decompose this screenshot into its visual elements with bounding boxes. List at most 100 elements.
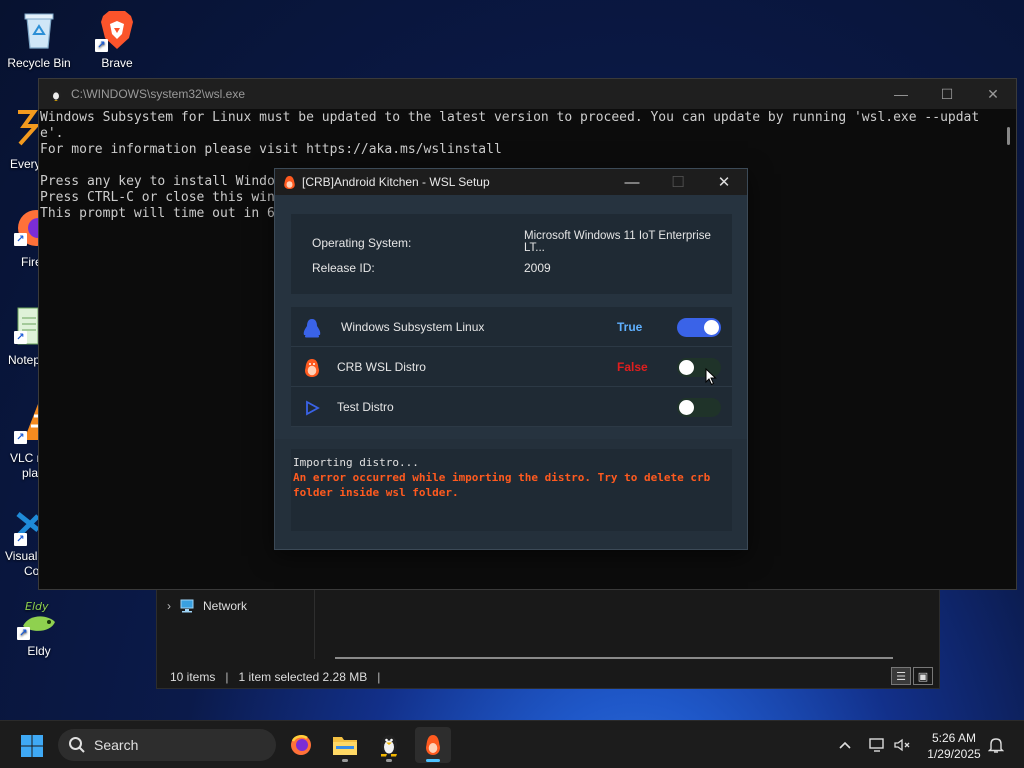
desktop-icon-recycle-bin[interactable]: Recycle Bin	[0, 8, 78, 70]
desktop-icon-notepad-partial[interactable]: ↗	[14, 304, 39, 348]
release-value: 2009	[524, 261, 551, 275]
recycle-bin-icon	[17, 8, 61, 52]
taskbar: Search 5:26 AM 1/29/2025	[0, 720, 1024, 768]
chevron-up-icon[interactable]	[835, 735, 855, 755]
active-indicator	[426, 759, 440, 762]
nav-item-label: Network	[203, 599, 248, 613]
mouse-cursor-icon	[705, 368, 717, 386]
network-tray-icon[interactable]	[867, 735, 887, 755]
nav-item-network[interactable]: › Network	[167, 599, 247, 613]
taskbar-file-explorer[interactable]	[327, 727, 363, 763]
row-label-crb-distro: CRB WSL Distro	[337, 359, 426, 374]
toggle-row-crb-distro: CRB WSL Distro False	[291, 347, 732, 387]
desktop-icon-brave[interactable]: ↗ Brave	[78, 8, 156, 70]
crb-penguin-icon	[305, 359, 319, 377]
log-line-error: An error occurred while importing the di…	[293, 471, 711, 499]
nav-pane-divider[interactable]	[314, 589, 315, 659]
recycle-bin-label: Recycle Bin	[7, 56, 71, 70]
selection-info: 1 item selected 2.28 MB	[238, 670, 368, 684]
toggle-knob	[679, 360, 694, 375]
desktop-icon-firefox-partial[interactable]: ↗	[14, 206, 54, 250]
taskbar-crb-kitchen[interactable]	[415, 727, 451, 763]
component-toggle-list: Windows Subsystem Linux True CRB WSL Dis…	[291, 307, 732, 427]
close-icon[interactable]: ✕	[701, 169, 747, 195]
shortcut-arrow-icon: ↗	[14, 331, 27, 344]
crb-penguin-icon	[284, 175, 295, 189]
taskbar-search-box[interactable]: Search	[58, 729, 276, 761]
shortcut-arrow-icon: ↗	[14, 533, 27, 546]
toggle-switch-test-distro[interactable]	[677, 398, 721, 417]
items-count: 10 items	[170, 670, 216, 684]
log-text: Importing distro... An error occurred wh…	[293, 455, 733, 500]
maximize-icon: ☐	[671, 174, 685, 191]
volume-muted-icon[interactable]	[892, 735, 912, 755]
tux-blue-icon	[303, 319, 321, 338]
status-separator: |	[377, 670, 381, 684]
shortcut-arrow-icon: ↗	[95, 39, 108, 52]
taskbar-wsl[interactable]	[371, 727, 407, 763]
windows-start-icon[interactable]	[20, 734, 44, 758]
tux-icon	[51, 89, 61, 101]
tiles-view-icon[interactable]: ▣	[913, 667, 933, 685]
desktop-icon-everything-partial[interactable]	[14, 108, 41, 148]
log-output-box: Importing distro... An error occurred wh…	[291, 449, 732, 531]
row-label-test-distro: Test Distro	[337, 399, 394, 414]
file-explorer-window[interactable]: › Network 10 items | 1 item selected 2.2…	[156, 588, 940, 689]
shortcut-arrow-icon: ↗	[14, 233, 27, 246]
toggle-knob	[704, 320, 719, 335]
eldy-icon: Eldy ↗	[17, 596, 61, 640]
desktop-icon-vlc-partial[interactable]: ↗	[14, 400, 38, 446]
toggle-knob	[679, 400, 694, 415]
running-indicator	[342, 759, 348, 762]
console-titlebar[interactable]: C:\WINDOWS\system32\wsl.exe — ☐ ✕	[39, 79, 1016, 109]
row-status-wsl: True	[617, 319, 643, 334]
system-info-panel: Operating System: Microsoft Windows 11 I…	[291, 214, 732, 294]
status-bar: 10 items | 1 item selected 2.28 MB |	[170, 670, 380, 684]
details-view-icon[interactable]: ☰	[891, 667, 911, 685]
console-title: C:\WINDOWS\system32\wsl.exe	[71, 87, 246, 101]
eldy-label: Eldy	[27, 644, 51, 658]
os-value: Microsoft Windows 11 IoT Enterprise LT..…	[524, 230, 711, 254]
console-window-controls: — ☐ ✕	[878, 79, 1016, 109]
notification-bell-icon[interactable]	[986, 735, 1006, 755]
horizontal-scrollbar[interactable]	[335, 657, 893, 659]
desktop-icon-eldy[interactable]: Eldy ↗ Eldy	[0, 596, 78, 658]
tux-icon	[381, 735, 397, 757]
toggle-switch-wsl[interactable]	[677, 318, 721, 337]
minimize-icon[interactable]: —	[609, 169, 655, 195]
svg-text:Eldy: Eldy	[25, 600, 49, 613]
firefox-icon	[291, 735, 311, 755]
desktop-icon-vscode-partial[interactable]: ↗	[14, 504, 40, 546]
folder-icon	[333, 737, 357, 755]
log-line-importing: Importing distro...	[293, 456, 419, 469]
running-indicator	[386, 759, 392, 762]
shortcut-arrow-icon: ↗	[14, 431, 27, 444]
wsl-setup-dialog[interactable]: [CRB]Android Kitchen - WSL Setup — ☐ ✕ O…	[274, 168, 748, 550]
maximize-icon[interactable]: ☐	[924, 79, 970, 109]
os-label: Operating System:	[312, 236, 412, 250]
brave-icon: ↗	[95, 8, 139, 52]
vlc-label-partial-2: pla	[22, 466, 39, 480]
row-status-crb-distro: False	[617, 359, 648, 374]
dialog-title: [CRB]Android Kitchen - WSL Setup	[302, 175, 490, 189]
chevron-right-icon[interactable]: ›	[167, 599, 171, 613]
dialog-window-controls: — ☐ ✕	[609, 169, 747, 195]
crb-penguin-icon	[426, 735, 440, 755]
status-separator: |	[225, 670, 229, 684]
network-icon	[180, 599, 194, 613]
taskbar-firefox[interactable]	[283, 727, 319, 763]
row-label-wsl: Windows Subsystem Linux	[341, 319, 485, 334]
brave-label: Brave	[101, 56, 133, 70]
close-icon[interactable]: ✕	[970, 79, 1016, 109]
toggle-row-wsl: Windows Subsystem Linux True	[291, 307, 732, 347]
console-scrollbar[interactable]	[1007, 127, 1010, 145]
release-label: Release ID:	[312, 261, 375, 275]
taskbar-clock[interactable]: 5:26 AM 1/29/2025	[918, 730, 990, 762]
search-label: Search	[94, 737, 139, 753]
dialog-titlebar[interactable]: [CRB]Android Kitchen - WSL Setup — ☐ ✕	[275, 169, 747, 195]
view-buttons: ☰ ▣	[891, 667, 933, 685]
shortcut-arrow-icon: ↗	[17, 627, 30, 640]
minimize-icon[interactable]: —	[878, 79, 924, 109]
clock-time: 5:26 AM	[931, 731, 977, 745]
play-icon	[306, 400, 320, 416]
